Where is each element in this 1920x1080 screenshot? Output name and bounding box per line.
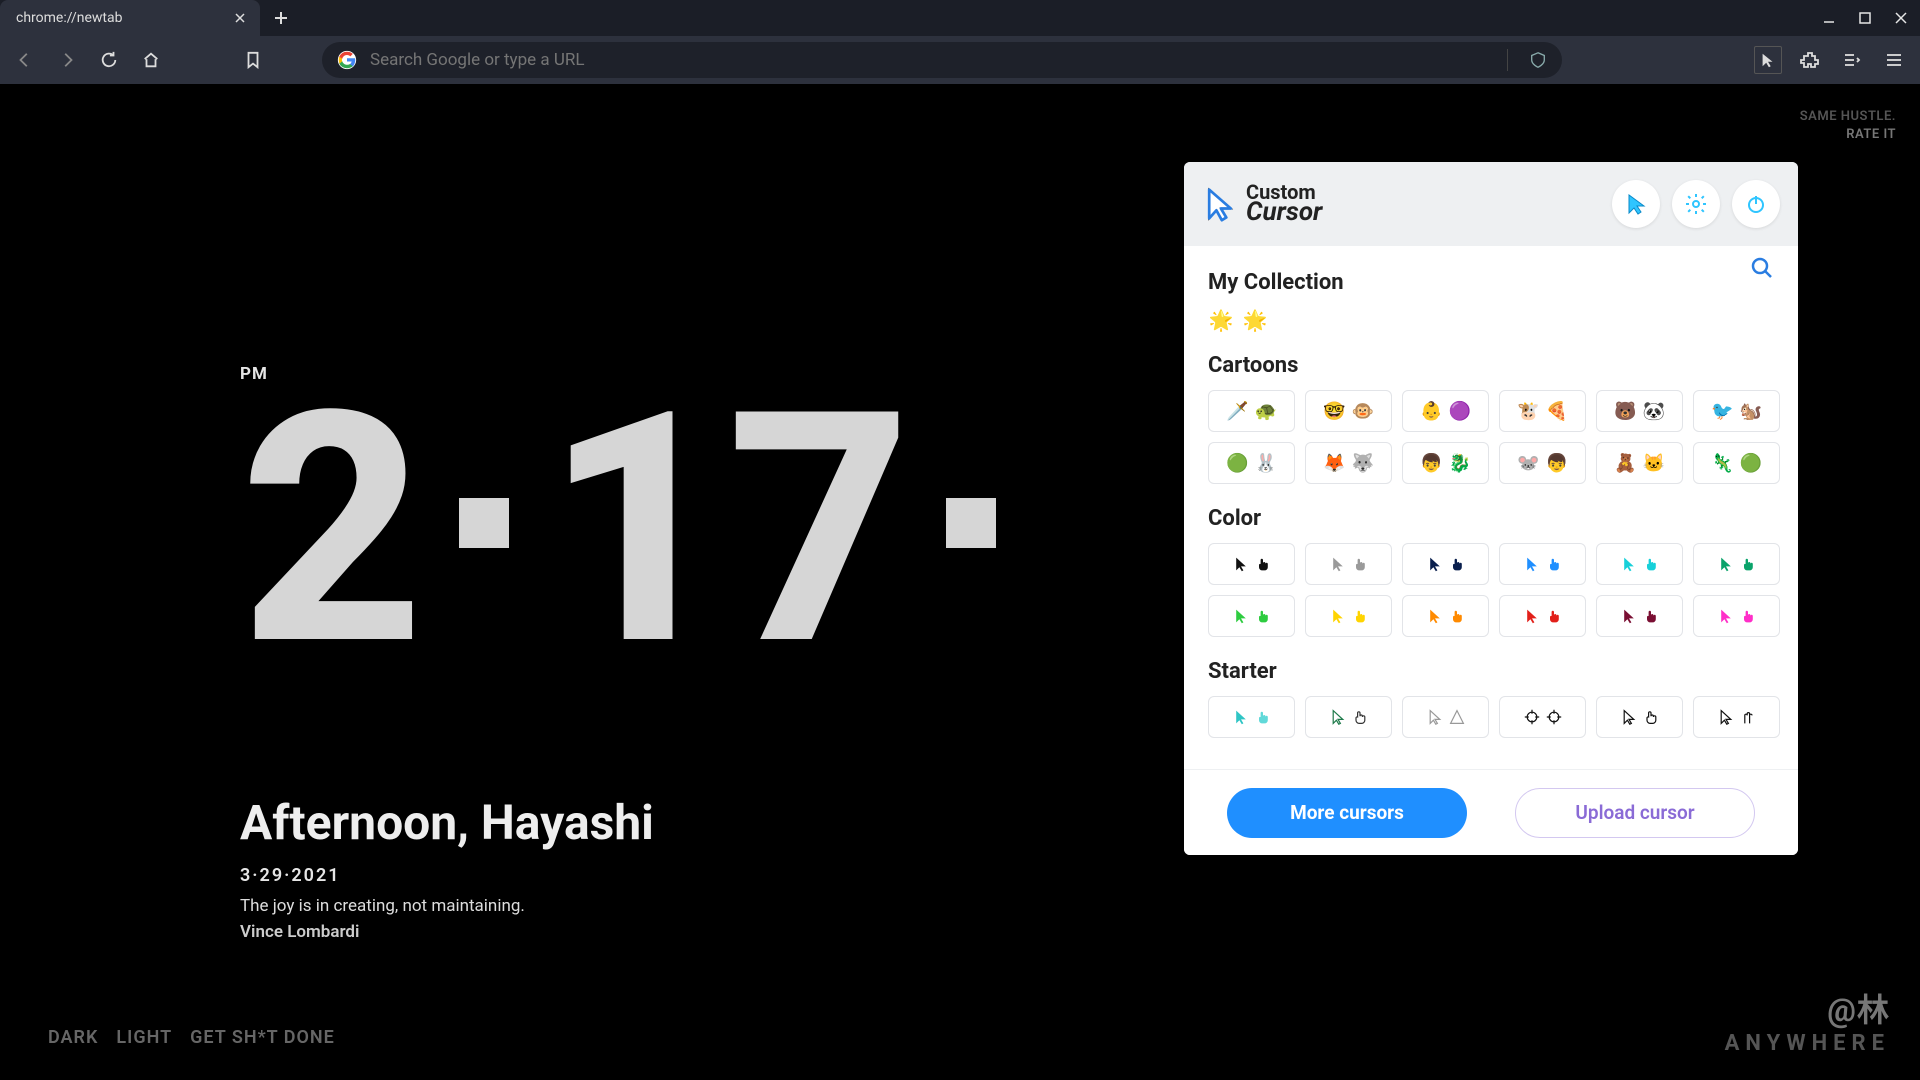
google-search-icon: [336, 49, 358, 71]
cartoon-cursor-option[interactable]: 🐻🐼: [1596, 390, 1683, 432]
color-cursor-option[interactable]: [1499, 595, 1586, 637]
cartoon-cursor-option[interactable]: 🦊🐺: [1305, 442, 1392, 484]
cartoon-cursor-option[interactable]: 🧸🐱: [1596, 442, 1683, 484]
cartoon-cursor-option[interactable]: 🦎🟢: [1693, 442, 1780, 484]
quote-text: The joy is in creating, not maintaining.: [240, 896, 654, 916]
cartoons-grid: 🗡️🐢🤓🐵👶🟣🐮🍕🐻🐼🐦🐿️ 🟢🐰🦊🐺👦🐉🐭👦🧸🐱🦎🟢: [1208, 390, 1780, 484]
color-cursor-option[interactable]: [1402, 543, 1489, 585]
browser-menu-button[interactable]: [1880, 46, 1908, 74]
my-collection-title: My Collection: [1208, 270, 1780, 295]
popup-body: My Collection 🌟🌟 Cartoons 🗡️🐢🤓🐵👶🟣🐮🍕🐻🐼🐦🐿️…: [1184, 246, 1798, 769]
starter-grid: [1208, 696, 1780, 738]
clock-minutes: 17: [545, 384, 910, 678]
home-button[interactable]: [138, 47, 164, 73]
my-collection-row: 🌟🌟: [1208, 307, 1780, 333]
settings-button[interactable]: [1672, 180, 1720, 228]
starter-title: Starter: [1208, 659, 1780, 684]
color-cursor-option[interactable]: [1596, 595, 1683, 637]
custom-cursor-popup: Custom Cursor My Collection: [1184, 162, 1798, 855]
color-cursor-option[interactable]: [1499, 543, 1586, 585]
cartoon-cursor-option[interactable]: 🗡️🐢: [1208, 390, 1295, 432]
theme-toggle-row: DARK LIGHT GET SH*T DONE: [48, 1027, 335, 1048]
cartoons-title: Cartoons: [1208, 353, 1780, 378]
maximize-button[interactable]: [1856, 9, 1874, 27]
color-cursor-option[interactable]: [1596, 543, 1683, 585]
color-cursor-option[interactable]: [1208, 595, 1295, 637]
clock-separator-2: [946, 498, 996, 548]
cartoon-cursor-option[interactable]: 🤓🐵: [1305, 390, 1392, 432]
clock-hours: 2: [240, 384, 423, 678]
corner-line2[interactable]: RATE IT: [1800, 126, 1896, 144]
color-cursor-option[interactable]: [1402, 595, 1489, 637]
cartoon-cursor-option[interactable]: 🟢🐰: [1208, 442, 1295, 484]
forward-button[interactable]: [54, 47, 80, 73]
reading-list-button[interactable]: [1838, 46, 1866, 74]
watermark-handle: @林: [1725, 985, 1890, 1031]
popup-footer: More cursors Upload cursor: [1184, 769, 1798, 855]
color-cursor-option[interactable]: [1693, 543, 1780, 585]
shields-icon[interactable]: [1528, 50, 1548, 70]
tab-title: chrome://newtab: [16, 10, 122, 26]
clock-ampm: PM: [240, 364, 268, 384]
address-input[interactable]: [370, 50, 1495, 70]
quote-author: Vince Lombardi: [240, 922, 654, 942]
color-title: Color: [1208, 506, 1780, 531]
toolbar-right: [1754, 46, 1908, 74]
theme-dark[interactable]: DARK: [48, 1027, 98, 1048]
starter-cursor-option[interactable]: [1305, 696, 1392, 738]
theme-light[interactable]: LIGHT: [116, 1027, 172, 1048]
color-cursor-option[interactable]: [1305, 543, 1392, 585]
browser-toolbar: [0, 36, 1920, 84]
starter-cursor-option[interactable]: [1499, 696, 1586, 738]
power-button[interactable]: [1732, 180, 1780, 228]
greeting-block: Afternoon, Hayashi 3·29·2021 The joy is …: [240, 794, 654, 942]
search-button[interactable]: [1750, 256, 1774, 284]
cartoon-cursor-option[interactable]: 🐭👦: [1499, 442, 1586, 484]
my-collection-item[interactable]: 🌟: [1208, 307, 1234, 333]
custom-cursor-extension-button[interactable]: [1754, 46, 1782, 74]
corner-links: SAME HUSTLE. RATE IT: [1800, 108, 1896, 144]
corner-line1[interactable]: SAME HUSTLE.: [1800, 108, 1896, 126]
reload-button[interactable]: [96, 47, 122, 73]
watermark-sub: ANYWHERE: [1725, 1031, 1890, 1056]
color-cursor-option[interactable]: [1208, 543, 1295, 585]
custom-cursor-logo: Custom Cursor: [1202, 183, 1322, 224]
tab-strip: chrome://newtab: [0, 0, 296, 36]
cartoon-cursor-option[interactable]: 👶🟣: [1402, 390, 1489, 432]
my-collection-item[interactable]: 🌟: [1242, 307, 1268, 333]
browser-tab[interactable]: chrome://newtab: [0, 0, 260, 36]
theme-gsd[interactable]: GET SH*T DONE: [190, 1027, 335, 1048]
cartoon-cursor-option[interactable]: 🐦🐿️: [1693, 390, 1780, 432]
clock-separator: [459, 498, 509, 548]
color-cursor-option[interactable]: [1305, 595, 1392, 637]
cartoon-cursor-option[interactable]: 👦🐉: [1402, 442, 1489, 484]
color-cursor-option[interactable]: [1693, 595, 1780, 637]
date-text: 3·29·2021: [240, 865, 654, 886]
back-button[interactable]: [12, 47, 38, 73]
minimize-button[interactable]: [1820, 9, 1838, 27]
color-grid: [1208, 543, 1780, 637]
new-tab-button[interactable]: [266, 3, 296, 33]
watermark: @林 ANYWHERE: [1725, 985, 1890, 1056]
starter-cursor-option[interactable]: [1402, 696, 1489, 738]
cartoon-cursor-option[interactable]: 🐮🍕: [1499, 390, 1586, 432]
cursor-logo-icon: [1202, 186, 1238, 222]
newtab-page: SAME HUSTLE. RATE IT PM 2 17 Afternoon, …: [0, 84, 1920, 1080]
more-cursors-button[interactable]: More cursors: [1227, 788, 1467, 838]
bookmark-button[interactable]: [240, 47, 266, 73]
starter-cursor-option[interactable]: [1596, 696, 1683, 738]
logo-text-bottom: Cursor: [1246, 201, 1322, 224]
clock: PM 2 17: [240, 364, 1032, 678]
default-cursor-button[interactable]: [1612, 180, 1660, 228]
starter-cursor-option[interactable]: [1693, 696, 1780, 738]
starter-cursor-option[interactable]: [1208, 696, 1295, 738]
close-window-button[interactable]: [1892, 9, 1910, 27]
tab-close-button[interactable]: [232, 10, 248, 26]
greeting-text: Afternoon, Hayashi: [240, 794, 654, 851]
extensions-button[interactable]: [1796, 46, 1824, 74]
upload-cursor-button[interactable]: Upload cursor: [1515, 788, 1755, 838]
address-bar[interactable]: [322, 42, 1562, 78]
popup-header: Custom Cursor: [1184, 162, 1798, 246]
